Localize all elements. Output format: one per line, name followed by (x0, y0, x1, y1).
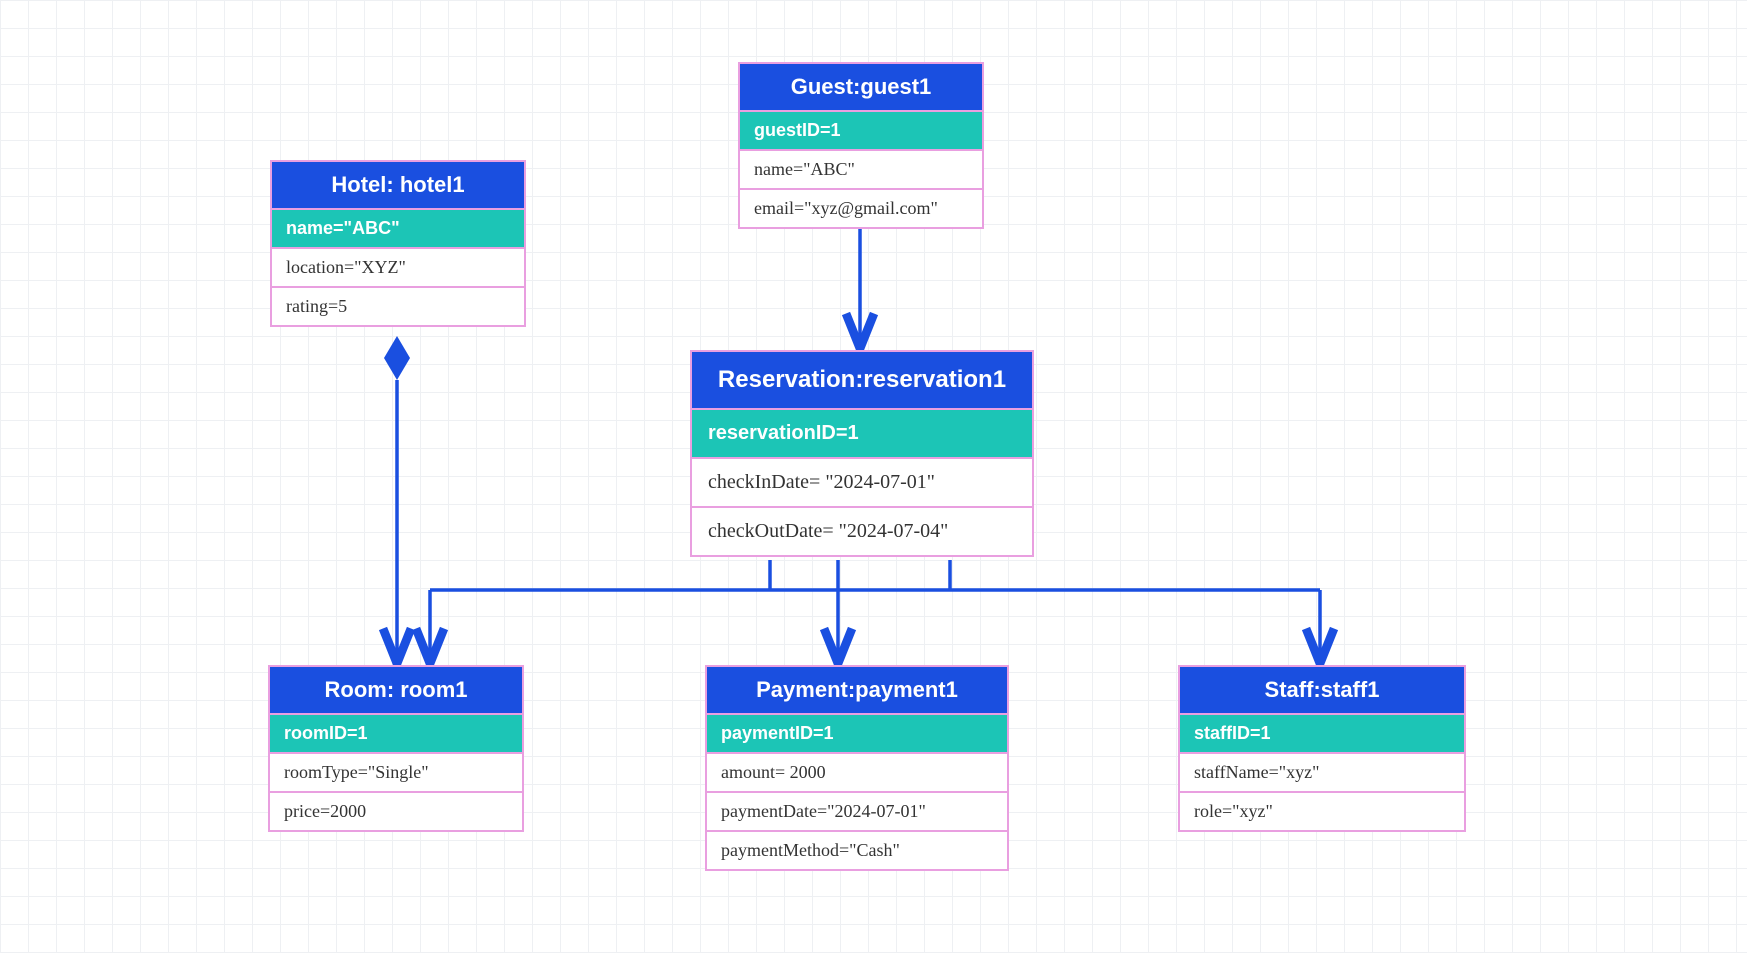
aggregation-diamond-icon (384, 336, 410, 380)
entity-room-title: Room: room1 (270, 667, 522, 715)
entity-reservation-attr: checkOutDate= "2024-07-04" (692, 508, 1032, 555)
entity-reservation-title: Reservation:reservation1 (692, 352, 1032, 410)
entity-guest: Guest:guest1 guestID=1 name="ABC" email=… (738, 62, 984, 229)
entity-room: Room: room1 roomID=1 roomType="Single" p… (268, 665, 524, 832)
entity-guest-attr: name="ABC" (740, 151, 982, 190)
entity-payment: Payment:payment1 paymentID=1 amount= 200… (705, 665, 1009, 871)
entity-reservation-key: reservationID=1 (692, 410, 1032, 459)
entity-staff-title: Staff:staff1 (1180, 667, 1464, 715)
entity-room-attr: roomType="Single" (270, 754, 522, 793)
entity-room-attr: price=2000 (270, 793, 522, 830)
entity-staff-attr: role="xyz" (1180, 793, 1464, 830)
entity-hotel: Hotel: hotel1 name="ABC" location="XYZ" … (270, 160, 526, 327)
entity-payment-title: Payment:payment1 (707, 667, 1007, 715)
entity-hotel-title: Hotel: hotel1 (272, 162, 524, 210)
entity-hotel-key: name="ABC" (272, 210, 524, 249)
diagram-canvas: Hotel: hotel1 name="ABC" location="XYZ" … (0, 0, 1747, 953)
entity-hotel-attr: rating=5 (272, 288, 524, 325)
entity-reservation: Reservation:reservation1 reservationID=1… (690, 350, 1034, 557)
relation-hotel-room (384, 336, 410, 660)
entity-staff: Staff:staff1 staffID=1 staffName="xyz" r… (1178, 665, 1466, 832)
entity-payment-attr: amount= 2000 (707, 754, 1007, 793)
entity-payment-attr: paymentMethod="Cash" (707, 832, 1007, 869)
entity-payment-attr: paymentDate="2024-07-01" (707, 793, 1007, 832)
entity-staff-attr: staffName="xyz" (1180, 754, 1464, 793)
entity-reservation-attr: checkInDate= "2024-07-01" (692, 459, 1032, 508)
entity-hotel-attr: location="XYZ" (272, 249, 524, 288)
entity-room-key: roomID=1 (270, 715, 522, 754)
entity-staff-key: staffID=1 (1180, 715, 1464, 754)
entity-payment-key: paymentID=1 (707, 715, 1007, 754)
entity-guest-title: Guest:guest1 (740, 64, 982, 112)
entity-guest-attr: email="xyz@gmail.com" (740, 190, 982, 227)
entity-guest-key: guestID=1 (740, 112, 982, 151)
relation-reservation-children (430, 560, 1320, 660)
